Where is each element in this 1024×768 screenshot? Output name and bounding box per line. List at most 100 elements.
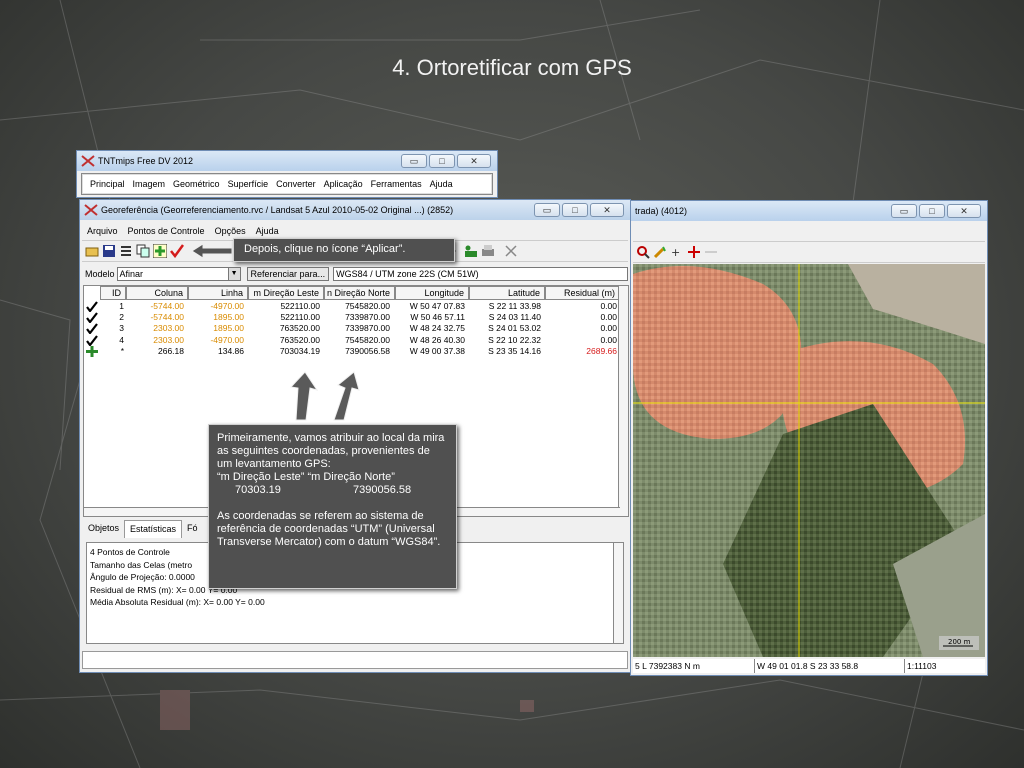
reference-system-field: WGS84 / UTM zone 22S (CM 51W) — [333, 267, 628, 281]
menu-ferramentas[interactable]: Ferramentas — [371, 179, 422, 189]
col-header-residual[interactable]: Residual (m) — [545, 286, 620, 300]
table-cell: 266.18 — [158, 345, 184, 356]
table-cell: S 22 11 33.98 — [488, 301, 541, 311]
col-header-linha[interactable]: Linha — [188, 286, 248, 300]
checkmark-icon[interactable] — [86, 312, 98, 324]
menu-arquivo[interactable]: Arquivo — [87, 226, 118, 236]
add-point-icon[interactable]: + — [670, 245, 684, 259]
geo-close-button[interactable]: ✕ — [590, 203, 624, 217]
table-cell: -5744.00 — [150, 312, 184, 323]
table-cell: W 48 26 40.30 — [409, 334, 465, 345]
table-cell: 3 — [119, 323, 124, 334]
copy-icon[interactable] — [136, 244, 150, 258]
checkmark-icon[interactable] — [86, 301, 98, 313]
add-point-green-icon[interactable] — [152, 243, 168, 259]
table-cell: S 22 10 22.32 — [488, 334, 541, 345]
table-cell: W 50 46 57.11 — [410, 312, 465, 323]
status-geo: W 49 01 01.8 S 23 33 58.8 — [755, 659, 905, 673]
menu-geometrico[interactable]: Geométrico — [173, 179, 220, 189]
tntmips-titlebar[interactable]: TNTmips Free DV 2012 ▭ □ ✕ — [77, 151, 497, 171]
table-row[interactable]: 1 -5744.00 -4970.00 522110.00 7545820.00 W 50… — [84, 301, 620, 313]
checkmark-icon[interactable] — [86, 334, 98, 347]
tab-objetos[interactable]: Objetos — [83, 520, 124, 538]
col-header-longitude[interactable]: Longitude — [395, 286, 469, 300]
tool-printer-icon[interactable] — [481, 244, 495, 258]
up-arrow-left-icon — [289, 371, 319, 421]
menu-imagem[interactable]: Imagem — [133, 179, 166, 189]
checkmark-icon[interactable] — [86, 323, 98, 336]
geo-minimize-button[interactable]: ▭ — [534, 203, 560, 217]
save-icon[interactable] — [102, 244, 116, 258]
apply-icon[interactable] — [170, 244, 185, 259]
arrows-icon[interactable] — [704, 245, 718, 259]
table-cell: 0.00 — [600, 301, 617, 311]
col-header-latitude[interactable]: Latitude — [469, 286, 545, 300]
maximize-button[interactable]: □ — [429, 154, 455, 168]
open-icon[interactable] — [85, 244, 99, 258]
apply-arrow-icon — [191, 243, 233, 259]
slide-title: 4. Ortoretificar com GPS — [392, 55, 632, 80]
menu-ajuda[interactable]: Ajuda — [430, 179, 453, 189]
main-callout-p1: Primeiramente, vamos atribuir ao local d… — [217, 432, 445, 470]
table-cell: 0.00 — [600, 334, 617, 345]
geo-titlebar[interactable]: Georeferência (Georreferenciamento.rvc /… — [80, 200, 630, 220]
view-window: trada) (4012) ▭ □ ✕ + 200 m 5 L 7392383 … — [630, 200, 988, 676]
main-callout-east: 70303.19 — [235, 484, 281, 496]
scalebar-label: 200 m — [948, 638, 971, 646]
table-cell: 2 — [119, 312, 124, 323]
table-cell: * — [120, 345, 124, 356]
view-titlebar[interactable]: trada) (4012) ▭ □ ✕ — [631, 201, 987, 221]
menu-superficie[interactable]: Superfície — [228, 179, 269, 189]
view-minimize-button[interactable]: ▭ — [891, 204, 917, 218]
svg-text:+: + — [671, 246, 680, 259]
aerial-image[interactable]: 200 m — [633, 264, 985, 657]
table-row[interactable]: * 266.18 134.86 703034.19 7390056.58 W 49 00 … — [84, 345, 620, 357]
geo-maximize-button[interactable]: □ — [562, 203, 588, 217]
list-icon[interactable] — [119, 244, 133, 258]
delete-icon[interactable] — [504, 244, 518, 258]
aerial-image-svg: 200 m — [633, 264, 985, 657]
view-title: trada) (4012) — [635, 206, 688, 216]
col-header-norte[interactable]: n Direção Norte — [324, 286, 395, 300]
geo-statusbar — [82, 651, 628, 669]
tab-bar: Objetos Estatísticas Fó — [83, 520, 203, 538]
menu-aplicacao[interactable]: Aplicação — [324, 179, 363, 189]
close-button[interactable]: ✕ — [457, 154, 491, 168]
table-row[interactable]: 2 -5744.00 1895.00 522110.00 7339870.00 W 50 … — [84, 312, 620, 324]
table-cell: W 49 00 37.38 — [409, 345, 465, 356]
menu-pontos-controle[interactable]: Pontos de Controle — [128, 226, 205, 236]
view-close-button[interactable]: ✕ — [947, 204, 981, 218]
table-cell: 1 — [119, 301, 124, 311]
view-maximize-button[interactable]: □ — [919, 204, 945, 218]
vertical-scrollbar[interactable] — [618, 286, 628, 516]
col-header-coluna[interactable]: Coluna — [126, 286, 188, 300]
tntmips-window: TNTmips Free DV 2012 ▭ □ ✕ Principal Ima… — [76, 150, 498, 198]
table-cell: 0.00 — [600, 312, 617, 323]
tool-people-icon[interactable] — [464, 244, 478, 258]
reference-button[interactable]: Referenciar para... — [246, 267, 330, 281]
col-header-leste[interactable]: m Direção Leste — [248, 286, 324, 300]
model-select[interactable]: Afinar ▼ — [116, 267, 241, 281]
menu-opcoes[interactable]: Opções — [215, 226, 246, 236]
stats-scrollbar[interactable] — [613, 543, 623, 643]
status-coord: 5 L 7392383 N m — [633, 659, 755, 673]
menu-converter[interactable]: Converter — [276, 179, 316, 189]
crosshair-icon[interactable] — [687, 245, 701, 259]
menu-ajuda-geo[interactable]: Ajuda — [256, 226, 279, 236]
up-arrow-icons — [289, 371, 360, 421]
tab-formulas[interactable]: Fó — [182, 520, 203, 538]
zoom-icon[interactable] — [636, 245, 650, 259]
table-cell: 703034.19 — [279, 345, 320, 356]
table-row[interactable]: 4 2303.00 -4970.00 763520.00 7545820.00 W 48 … — [84, 334, 620, 347]
new-point-icon[interactable] — [86, 345, 98, 357]
table-row[interactable]: 3 2303.00 1895.00 763520.00 7339870.00 W 48 2… — [84, 323, 620, 336]
table-cell: 1895.00 — [213, 323, 244, 334]
menu-principal[interactable]: Principal — [90, 179, 125, 189]
status-scale: 1:11103 — [907, 661, 937, 671]
table-cell: S 24 01 53.02 — [488, 323, 541, 334]
minimize-button[interactable]: ▭ — [401, 154, 427, 168]
tab-estatisticas[interactable]: Estatísticas — [124, 520, 183, 538]
col-header-id[interactable]: ID — [100, 286, 126, 300]
edit-tool-icon[interactable] — [653, 245, 667, 259]
view-toolbar: + — [633, 241, 985, 263]
